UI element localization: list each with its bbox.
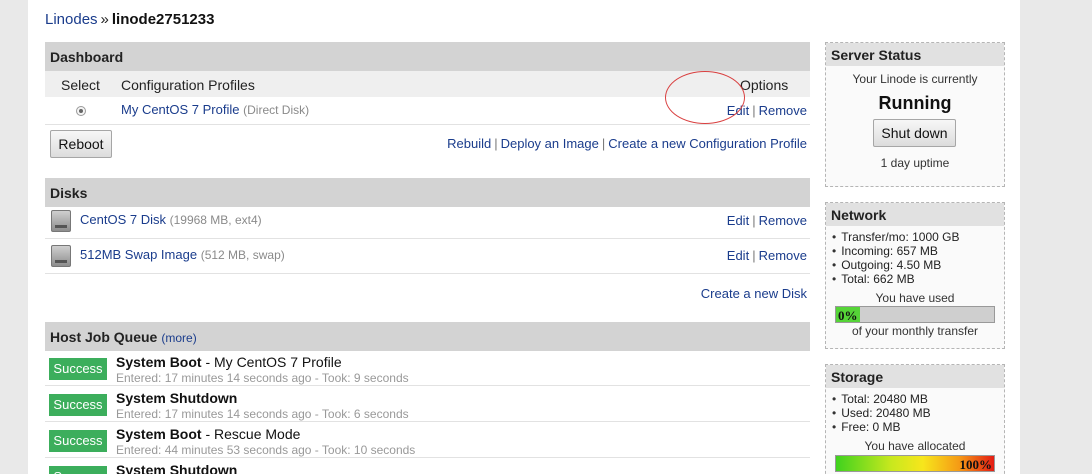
disk-name-link[interactable]: CentOS 7 Disk [80,212,166,227]
rebuild-link[interactable]: Rebuild [447,136,491,151]
network-total: Total: 662 MB [832,272,1004,286]
page-content: Linodes» linode2751233 Dashboard Select C… [28,0,1020,474]
job-detail: Entered: 17 minutes 14 seconds ago - Too… [116,371,409,385]
job-title: System Shutdown [116,390,237,406]
disk-remove-link[interactable]: Remove [759,213,807,228]
job-queue-title: Host Job Queue [50,329,158,345]
network-box: Network Transfer/mo: 1000 GB Incoming: 6… [825,202,1005,349]
job-title: System Shutdown [116,462,237,474]
job-suffix: - Rescue Mode [201,426,301,442]
job-row: Success System Shutdown [45,458,810,474]
job-row: Success System Boot - My CentOS 7 Profil… [45,350,810,386]
storage-free: Free: 0 MB [832,420,1004,434]
storage-meter: 100% [835,455,995,472]
network-used-label: You have used [875,291,955,305]
create-disk-link[interactable]: Create a new Disk [701,286,807,301]
disks-title: Disks [50,185,88,201]
transfer-percent: 0% [838,308,858,323]
uptime-text: 1 day uptime [880,156,950,170]
reboot-button[interactable]: Reboot [50,130,112,158]
transfer-meter: 0% [835,306,995,323]
annotation-circle [665,71,745,124]
job-row: Success System Shutdown Entered: 17 minu… [45,386,810,422]
storage-list: Total: 20480 MB Used: 20480 MB Free: 0 M… [826,388,1004,434]
disk-name-link[interactable]: 512MB Swap Image [80,247,197,262]
job-detail: Entered: 44 minutes 53 seconds ago - Too… [116,443,416,457]
breadcrumb: Linodes» linode2751233 [45,11,214,28]
network-footer: of your monthly transfer [851,324,979,338]
deploy-image-link[interactable]: Deploy an Image [501,136,599,151]
storage-total: Total: 20480 MB [832,392,1004,406]
server-status-intro: Your Linode is currently [852,72,978,86]
network-transfer: Transfer/mo: 1000 GB [832,230,1004,244]
shut-down-button[interactable]: Shut down [873,119,956,147]
storage-used: Used: 20480 MB [832,406,1004,420]
disk-row: CentOS 7 Disk (19968 MB, ext4) Edit | Remo… [45,204,810,239]
storage-allocated-label: You have allocated [864,439,966,453]
job-queue-header: Host Job Queue (more) [45,322,810,351]
disk-remove-link[interactable]: Remove [759,248,807,263]
network-list: Transfer/mo: 1000 GB Incoming: 657 MB Ou… [826,226,1004,286]
server-status-title: Server Status [826,43,1004,66]
job-row: Success System Boot - Rescue Mode Entere… [45,422,810,458]
job-status-badge: Success [49,430,107,452]
network-incoming: Incoming: 657 MB [832,244,1004,258]
job-queue-more-link[interactable]: (more) [161,331,196,345]
job-title: System Boot - My CentOS 7 Profile [116,354,342,370]
disk-row: 512MB Swap Image (512 MB, swap) Edit | Rem… [45,239,810,274]
disk-icon [51,210,71,232]
profile-remove-link[interactable]: Remove [759,103,807,118]
job-name: System Boot [116,354,202,370]
server-status-box: Server Status Your Linode is currently R… [825,42,1005,187]
disks-header: Disks [45,178,810,207]
job-name: System Shutdown [116,462,238,474]
job-status-badge: Success [49,394,107,416]
breadcrumb-current: linode2751233 [111,11,215,28]
job-name: System Boot [116,426,202,442]
job-name: System Shutdown [116,390,238,406]
dashboard-header: Dashboard [45,42,810,71]
storage-title: Storage [826,365,1004,388]
breadcrumb-separator: » [100,11,109,28]
job-detail: Entered: 17 minutes 14 seconds ago - Too… [116,407,409,421]
job-title: System Boot - Rescue Mode [116,426,300,442]
disk-icon [51,245,71,267]
profile-link[interactable]: My CentOS 7 Profile [121,102,240,117]
create-profile-link[interactable]: Create a new Configuration Profile [608,136,807,151]
profiles-column-label: Configuration Profiles [121,77,255,93]
server-state: Running [878,93,952,113]
network-outgoing: Outgoing: 4.50 MB [832,258,1004,272]
job-status-badge: Success [49,466,107,474]
disk-edit-link[interactable]: Edit [727,213,749,228]
storage-percent: 100% [959,457,993,472]
job-suffix: - My CentOS 7 Profile [201,354,342,370]
storage-box: Storage Total: 20480 MB Used: 20480 MB F… [825,364,1005,474]
breadcrumb-linodes-link[interactable]: Linodes [45,11,98,28]
options-column-label: Options [740,77,789,93]
select-column-label: Select [61,77,100,93]
network-title: Network [826,203,1004,226]
disk-edit-link[interactable]: Edit [727,248,749,263]
disk-detail: (19968 MB, ext4) [169,213,262,227]
dashboard-title: Dashboard [50,49,124,65]
profile-detail: (Direct Disk) [243,103,310,117]
job-status-badge: Success [49,358,107,380]
profile-radio[interactable] [76,106,86,116]
disk-detail: (512 MB, swap) [200,248,285,262]
